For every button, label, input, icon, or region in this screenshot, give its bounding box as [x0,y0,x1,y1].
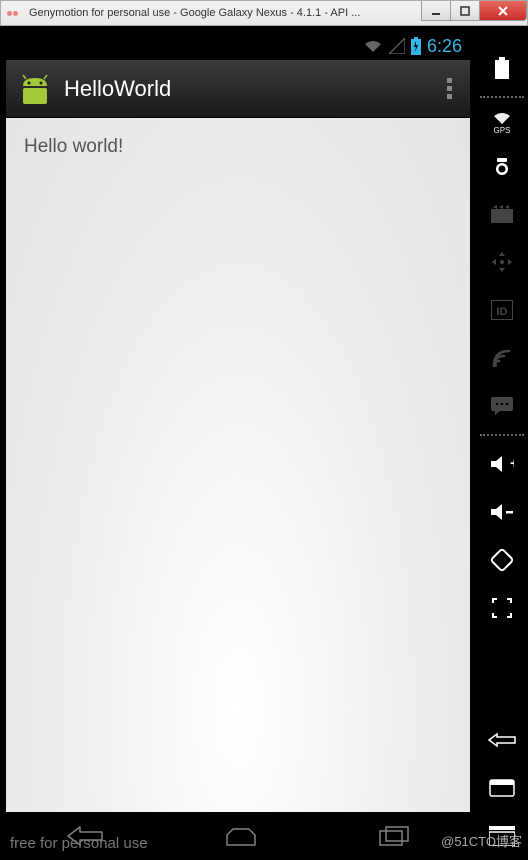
android-status-bar: 6:26 [6,32,470,60]
status-clock: 6:26 [427,36,462,57]
device-screen: 6:26 HelloWorld [0,26,476,860]
screencast-button[interactable] [476,190,528,238]
emu-back-button[interactable] [476,716,528,764]
battery-control-button[interactable] [476,44,528,92]
network-button[interactable] [476,334,528,382]
window-controls [422,1,527,25]
app-content: Hello world! [6,118,470,812]
footer-left-text: free for personal use [10,835,148,852]
window-titlebar: Genymotion for personal use - Google Gal… [0,0,528,26]
home-nav-button[interactable] [223,825,259,847]
minimize-button[interactable] [421,1,451,21]
gps-control-button[interactable]: GPS [476,102,528,142]
fullscreen-button[interactable] [476,584,528,632]
genymotion-app-icon [7,8,23,18]
sms-button[interactable] [476,382,528,430]
app-action-bar: HelloWorld [6,60,470,118]
volume-up-button[interactable]: + [476,440,528,488]
camera-control-button[interactable] [476,142,528,190]
identifier-button[interactable]: ID [476,286,528,334]
svg-text:ID: ID [497,306,508,318]
sidebar-separator [480,434,524,436]
battery-charging-icon [411,37,421,55]
maximize-button[interactable] [450,1,480,21]
emulator-frame: 6:26 HelloWorld [0,26,528,860]
window-title: Genymotion for personal use - Google Gal… [29,7,422,19]
emulator-sidebar: GPS ID + [476,26,528,860]
cell-signal-icon [389,38,405,54]
android-robot-icon [16,74,54,104]
footer-right-text: @51CTO博客 [441,831,522,850]
volume-down-button[interactable] [476,488,528,536]
move-control-button[interactable] [476,238,528,286]
svg-text:+: + [510,455,514,472]
close-button[interactable] [479,1,527,21]
emu-app-switch-button[interactable] [476,764,528,812]
wifi-icon [363,38,383,54]
overflow-menu-button[interactable] [439,78,460,99]
recents-nav-button[interactable] [378,825,410,847]
rotate-button[interactable] [476,536,528,584]
sidebar-separator [480,96,524,98]
hello-text: Hello world! [24,136,452,158]
app-title: HelloWorld [64,76,439,102]
